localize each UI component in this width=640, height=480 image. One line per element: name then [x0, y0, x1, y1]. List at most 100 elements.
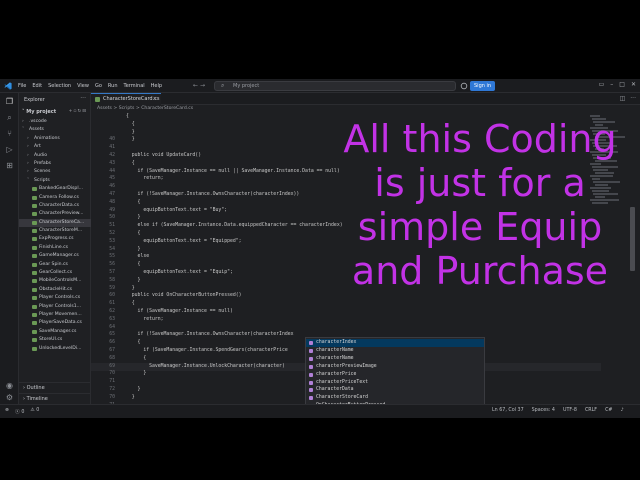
- minimize-icon[interactable]: –: [610, 81, 613, 88]
- back-arrow-icon[interactable]: ←: [193, 82, 198, 89]
- code-text: if (SaveManager.Instance == null): [126, 309, 233, 314]
- tree-file[interactable]: PlayerSaveData.cs: [19, 319, 91, 327]
- line-number: 70: [109, 394, 115, 400]
- close-window-icon[interactable]: ✕: [631, 81, 636, 88]
- settings-gear-icon[interactable]: ⚙: [5, 393, 14, 402]
- warnings-indicator[interactable]: ⚠ 0: [30, 408, 39, 415]
- tree-folder[interactable]: ˅ Scripts: [19, 177, 91, 185]
- tree-folder[interactable]: › Art: [19, 143, 91, 151]
- search-view-icon[interactable]: ⌕: [5, 113, 14, 122]
- suggestion-item[interactable]: characterPriceText: [306, 379, 484, 387]
- tree-file[interactable]: CharacterPreview...: [19, 210, 91, 218]
- tree-file[interactable]: GearCollect.cs: [19, 269, 91, 277]
- line-number: 43: [109, 160, 115, 166]
- maximize-icon[interactable]: □: [619, 81, 625, 88]
- tree-file[interactable]: GameManager.cs: [19, 252, 91, 260]
- tree-file[interactable]: Gear Spin.cs: [19, 261, 91, 269]
- timeline-section[interactable]: › Timeline: [19, 393, 91, 403]
- outline-section[interactable]: › Outline: [19, 382, 91, 392]
- suggestion-item[interactable]: characterName: [306, 355, 484, 363]
- tree-file[interactable]: BankedGearDispl...: [19, 185, 91, 193]
- run-debug-icon[interactable]: ▷: [5, 145, 14, 154]
- tree-item-label: SaveManager.cs: [39, 328, 77, 334]
- tree-file[interactable]: MobileControlsM...: [19, 277, 91, 285]
- tree-file[interactable]: CharacterStoreCa...: [19, 218, 91, 228]
- layout-icon[interactable]: ▭: [599, 81, 605, 88]
- errors-indicator[interactable]: ⓧ 0: [15, 408, 24, 415]
- editor-scrollbar[interactable]: [630, 207, 635, 271]
- cursor-position[interactable]: Ln 67, Col 37: [492, 408, 524, 413]
- tree-file[interactable]: Camera Follow.cs: [19, 194, 91, 202]
- notifications-icon[interactable]: ♪: [620, 408, 623, 413]
- code-line[interactable]: 61 {: [91, 300, 601, 308]
- copilot-icon[interactable]: [460, 82, 468, 90]
- more-actions-icon[interactable]: ···: [80, 95, 86, 102]
- tree-file[interactable]: ObstacleHit.cs: [19, 286, 91, 294]
- language-mode[interactable]: C#: [605, 408, 612, 413]
- menu-go[interactable]: Go: [95, 82, 102, 90]
- encoding[interactable]: UTF-8: [563, 408, 577, 413]
- menu-help[interactable]: Help: [151, 82, 162, 90]
- tree-file[interactable]: UnlockedLevelDi...: [19, 345, 91, 353]
- tree-item-label: Scenes: [34, 169, 51, 175]
- tree-folder[interactable]: › Animations: [19, 135, 91, 143]
- menu-bar: File Edit Selection View Go Run Terminal…: [18, 82, 162, 90]
- collapse-icon[interactable]: ⊟: [82, 109, 87, 114]
- tree-folder[interactable]: › .vscode: [19, 118, 91, 126]
- close-tab-icon[interactable]: ✕: [153, 94, 157, 105]
- line-number: 55: [109, 254, 115, 260]
- file-tree: › .vscode ˅ Assets › Animations › Art › Audio › Pre…: [19, 118, 91, 353]
- code-line[interactable]: 63 return;: [91, 316, 601, 324]
- suggestion-item[interactable]: characterName: [306, 347, 484, 355]
- tree-file[interactable]: ExpProgress.cs: [19, 235, 91, 243]
- code-text: {: [126, 121, 135, 127]
- indentation[interactable]: Spaces: 4: [532, 408, 555, 413]
- forward-arrow-icon[interactable]: →: [200, 82, 205, 89]
- explorer-root-folder[interactable]: ˅ My project: [22, 109, 56, 115]
- tree-file[interactable]: StoreUI.cs: [19, 336, 91, 344]
- editor-actions: ◫ ···: [620, 95, 636, 102]
- menu-run[interactable]: Run: [108, 82, 118, 90]
- sign-in-button[interactable]: Sign in: [470, 81, 496, 91]
- extensions-icon[interactable]: ⊞: [5, 161, 14, 170]
- tree-file[interactable]: Player Controls.cs: [19, 294, 91, 302]
- code-text: {: [126, 160, 135, 166]
- tree-folder[interactable]: › Scenes: [19, 168, 91, 176]
- tree-file[interactable]: Player Controls1...: [19, 303, 91, 311]
- suggestion-item[interactable]: characterIndex: [306, 339, 484, 347]
- code-text: {: [126, 231, 141, 236]
- more-editor-actions-icon[interactable]: ···: [630, 95, 636, 102]
- command-center-search[interactable]: ⌕ My project: [214, 81, 456, 91]
- code-line[interactable]: 64: [91, 324, 601, 332]
- tree-folder[interactable]: › Audio: [19, 152, 91, 160]
- tree-item-label: MobileControlsM...: [39, 278, 82, 284]
- tree-file[interactable]: CharacterData.cs: [19, 202, 91, 210]
- tree-file[interactable]: FinishLine.cs: [19, 244, 91, 252]
- menu-file[interactable]: File: [18, 82, 26, 90]
- account-icon[interactable]: ◉: [5, 381, 14, 390]
- tab-character-store-card[interactable]: CharacterStoreCard.cs ✕: [91, 93, 161, 105]
- code-line[interactable]: 62 if (SaveManager.Instance == null): [91, 308, 601, 316]
- explorer-icon[interactable]: ❐: [5, 97, 14, 106]
- suggestion-item[interactable]: CharacterStoreCard: [306, 394, 484, 402]
- menu-selection[interactable]: Selection: [48, 82, 71, 90]
- source-control-icon[interactable]: ⑂: [5, 129, 14, 138]
- code-text: }: [126, 215, 141, 221]
- tree-file[interactable]: Player Movemen...: [19, 311, 91, 319]
- tree-folder[interactable]: ˅ Assets: [19, 126, 91, 134]
- tree-file[interactable]: CharacterStoreM...: [19, 227, 91, 235]
- remote-icon[interactable]: ⊗: [5, 408, 9, 415]
- breadcrumb[interactable]: Assets > Scripts > CharacterStoreCard.cs: [97, 106, 193, 111]
- line-ending[interactable]: CRLF: [585, 408, 597, 413]
- tree-file[interactable]: SaveManager.cs: [19, 328, 91, 336]
- suggestion-item[interactable]: characterPrice: [306, 371, 484, 379]
- menu-terminal[interactable]: Terminal: [124, 82, 145, 90]
- menu-edit[interactable]: Edit: [32, 82, 42, 90]
- code-line[interactable]: 60 public void OnCharacterButtonPressed(…: [91, 292, 601, 300]
- split-editor-icon[interactable]: ◫: [620, 95, 626, 102]
- suggestion-item[interactable]: CharacterData: [306, 386, 484, 394]
- suggestion-item[interactable]: characterPreviewImage: [306, 363, 484, 371]
- chevron-down-icon: ˅: [22, 109, 25, 115]
- menu-view[interactable]: View: [77, 82, 89, 90]
- tree-folder[interactable]: › Prefabs: [19, 160, 91, 168]
